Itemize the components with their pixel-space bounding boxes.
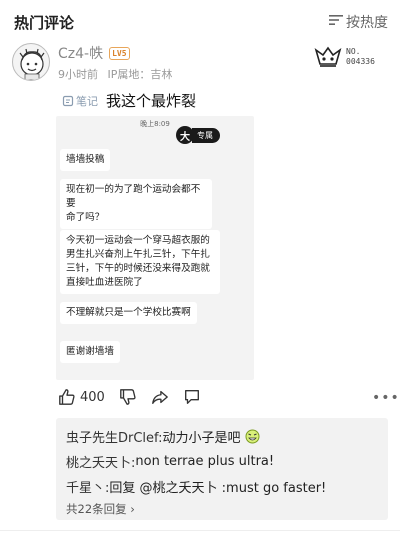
exclusive-badge-label: 专属	[192, 127, 220, 143]
comment-meta: 9小时前 IP属地：吉林	[58, 66, 172, 82]
chat-bubble: 今天初一运动会一个穿马超衣服的 男生扎兴奋剂上午扎三针，下午扎 三针，下午的时候…	[60, 230, 220, 294]
grinning-face-icon	[245, 429, 260, 444]
screenshot-status-time: 晚上8:09	[140, 120, 170, 128]
exclusive-badge: 大 专属	[176, 126, 220, 144]
hot-comments-title: 热门评论	[14, 14, 75, 32]
comment-bubble-icon	[184, 390, 199, 404]
sort-lines-icon	[329, 14, 343, 30]
reply-author[interactable]: 千星丶:	[66, 477, 109, 496]
ip-location: IP属地：吉林	[107, 68, 173, 81]
emblem-number: NO. 004336	[346, 47, 375, 67]
reply-item[interactable]: 千星丶: 回复 @桃之夭天卜 :must go faster!	[66, 477, 326, 496]
reply-author[interactable]: 虫子先生DrClef:	[66, 427, 163, 446]
dislike-button[interactable]	[119, 388, 137, 406]
avatar[interactable]	[12, 43, 50, 81]
view-all-replies-link[interactable]: 共22条回复 ›	[66, 501, 135, 517]
comment-time: 9小时前	[58, 68, 98, 81]
username-row: Cz4-帙 LV5	[58, 43, 130, 63]
reply-text: 回复 @桃之夭天卜 :must go faster!	[109, 481, 327, 496]
comment-text: 我这个最炸裂	[106, 92, 197, 110]
chat-bubble: 不理解就只是一个学校比赛啊	[60, 302, 197, 324]
replies-panel: 虫子先生DrClef: 动力小子是吧 桃之夭天卜: non terrae plu…	[56, 418, 388, 520]
more-replies-label: 共22条回复	[66, 502, 127, 516]
sort-label: 按热度	[346, 15, 388, 31]
comment-actions: 400	[58, 385, 201, 409]
emblem-code: 004336	[346, 57, 375, 66]
reply-author[interactable]: 桃之夭天卜:	[66, 452, 135, 471]
reply-text: 动力小子是吧	[162, 431, 241, 446]
chat-bubble: 匿谢谢墙墙	[60, 341, 120, 363]
emblem-no-label: NO.	[346, 47, 361, 56]
share-button[interactable]	[151, 388, 169, 406]
note-tag-label: 笔记	[76, 94, 98, 108]
chat-bubble: 现在初一的为了跑个运动会都不要 命了吗？	[60, 179, 212, 229]
note-tag[interactable]: 笔记	[62, 93, 98, 109]
divider	[0, 530, 400, 531]
comments-header: 热门评论 按热度	[0, 0, 400, 40]
like-count: 400	[80, 389, 105, 405]
chevron-right-icon: ›	[130, 502, 135, 516]
more-options-button[interactable]: •••	[372, 390, 400, 406]
fan-emblem-icon	[314, 46, 342, 70]
reply-item[interactable]: 桃之夭天卜: non terrae plus ultra!	[66, 452, 274, 471]
reply-text: non terrae plus ultra!	[135, 454, 275, 469]
level-badge: LV5	[109, 46, 130, 60]
attached-screenshot-image[interactable]: 晚上8:09 大 专属 墙墙投稿 现在初一的为了跑个运动会都不要 命了吗？ 今天…	[56, 116, 254, 380]
thumbs-down-icon	[119, 389, 136, 405]
note-icon	[62, 95, 74, 106]
chat-bubble: 墙墙投稿	[60, 149, 111, 171]
thumbs-up-icon	[59, 389, 75, 405]
comment-body: 笔记 我这个最炸裂	[62, 90, 196, 111]
sort-by-hot-button[interactable]: 按热度	[329, 12, 388, 32]
like-button[interactable]: 400	[58, 388, 105, 406]
reply-item[interactable]: 虫子先生DrClef: 动力小子是吧	[66, 427, 260, 446]
share-arrow-icon	[151, 390, 168, 404]
username[interactable]: Cz4-帙	[58, 43, 103, 63]
reply-button[interactable]	[183, 388, 201, 406]
more-dots-icon: •••	[372, 390, 400, 406]
